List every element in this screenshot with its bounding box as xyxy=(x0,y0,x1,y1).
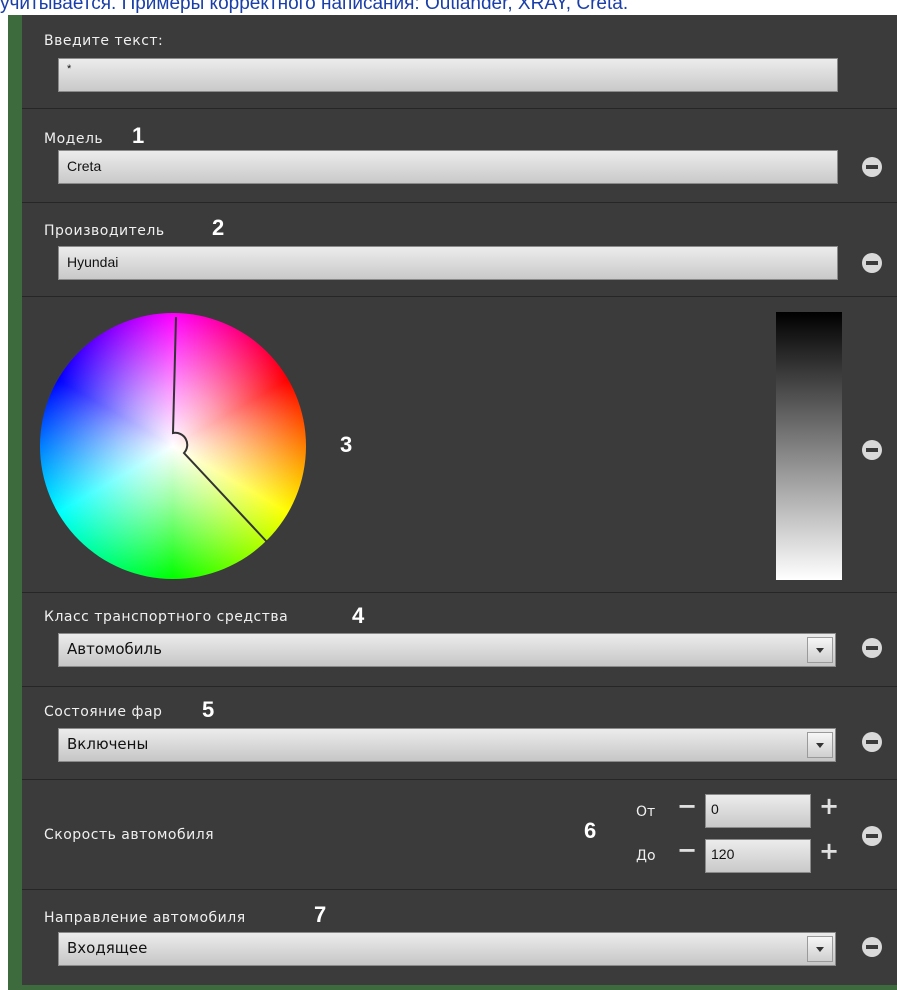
headlights-dropdown[interactable]: Включены xyxy=(58,728,836,762)
vehicle-class-row: Класс транспортного средства 4 Автомобил… xyxy=(22,592,897,687)
speed-from-increment[interactable]: + xyxy=(819,794,839,818)
model-label: Модель xyxy=(44,131,104,147)
headlights-value: Включены xyxy=(67,735,149,753)
model-marker: 1 xyxy=(132,123,145,148)
remove-manufacturer-icon[interactable] xyxy=(862,253,882,273)
headlights-row: Состояние фар 5 Включены xyxy=(22,686,897,780)
speed-marker: 6 xyxy=(584,818,597,843)
speed-to-increment[interactable]: + xyxy=(819,839,839,863)
direction-row: Направление автомобиля 7 Входящее xyxy=(22,890,897,985)
speed-from-input[interactable]: 0 xyxy=(705,794,811,828)
speed-from-decrement[interactable]: − xyxy=(677,794,697,818)
top-caption: учитывается. Примеры корректного написан… xyxy=(0,0,629,14)
color-wheel[interactable] xyxy=(40,313,306,579)
speed-from-label: От xyxy=(636,804,656,820)
text-filter-label: Введите текст: xyxy=(44,33,164,49)
remove-headlights-icon[interactable] xyxy=(862,732,882,752)
remove-vehicle-class-icon[interactable] xyxy=(862,638,882,658)
remove-direction-icon[interactable] xyxy=(862,937,882,957)
model-input[interactable]: Creta xyxy=(58,150,838,184)
manufacturer-row: Производитель 2 Hyundai xyxy=(22,203,897,297)
vehicle-class-label: Класс транспортного средства xyxy=(44,609,289,625)
speed-to-input[interactable]: 120 xyxy=(705,839,811,873)
speed-label: Скорость автомобиля xyxy=(44,827,215,843)
chevron-down-icon[interactable] xyxy=(807,637,833,663)
manufacturer-input[interactable]: Hyundai xyxy=(58,246,838,280)
remove-speed-icon[interactable] xyxy=(862,826,882,846)
remove-model-icon[interactable] xyxy=(862,157,882,177)
chevron-down-icon[interactable] xyxy=(807,732,833,758)
vehicle-class-value: Автомобиль xyxy=(67,640,162,658)
manufacturer-label: Производитель xyxy=(44,223,165,239)
chevron-down-icon[interactable] xyxy=(807,936,833,962)
speed-to-decrement[interactable]: − xyxy=(677,838,697,862)
text-filter-row: Введите текст: * xyxy=(22,15,897,109)
color-selection-outline xyxy=(171,316,268,543)
remove-color-icon[interactable] xyxy=(862,440,882,460)
text-input[interactable]: * xyxy=(58,58,838,92)
manufacturer-marker: 2 xyxy=(212,215,225,240)
filter-panel: Введите текст: * Модель 1 Creta Производ… xyxy=(22,15,897,985)
headlights-marker: 5 xyxy=(202,697,215,722)
model-row: Модель 1 Creta xyxy=(22,109,897,203)
headlights-label: Состояние фар xyxy=(44,704,163,720)
vehicle-class-dropdown[interactable]: Автомобиль xyxy=(58,633,836,667)
direction-dropdown[interactable]: Входящее xyxy=(58,932,836,966)
direction-marker: 7 xyxy=(314,902,327,927)
vehicle-class-marker: 4 xyxy=(352,603,365,628)
color-marker: 3 xyxy=(340,432,353,457)
speed-to-label: До xyxy=(636,848,656,864)
direction-value: Входящее xyxy=(67,939,148,957)
brightness-slider[interactable] xyxy=(776,312,842,580)
speed-row: Скорость автомобиля 6 От − 0 + До − 120 … xyxy=(22,780,897,890)
direction-label: Направление автомобиля xyxy=(44,910,246,926)
